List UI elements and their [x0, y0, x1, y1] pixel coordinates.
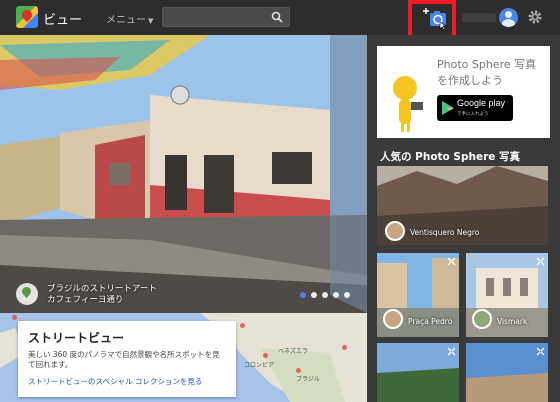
photo-sphere-tile[interactable]: [377, 343, 459, 402]
search-input[interactable]: [162, 7, 290, 27]
photo-sphere-mascot-icon: [393, 76, 423, 132]
card-description: 美しい 360 度のパノラマで自然景観や名所スポットを見て回れます。: [28, 350, 220, 369]
promo-title: Photo Sphere 写真を作成しよう: [437, 58, 537, 87]
account-name-redacted: [462, 13, 496, 22]
map-label-brazil: ブラジル: [296, 376, 320, 383]
hero-caption-title: ブラジルのストリートアート: [47, 284, 157, 294]
popular-photo-sphere-heading: 人気の Photo Sphere 写真: [380, 151, 521, 163]
photo-sphere-icon: [536, 257, 545, 266]
photo-sphere-tile[interactable]: Praça Pedro: [377, 253, 459, 337]
google-play-label: Google play: [457, 98, 506, 108]
street-view-app: ビュー メニュー ▼ ブラジルのストリートアート カフェフィーヨ通り ベネズエラ…: [0, 0, 560, 402]
map-marker[interactable]: [240, 323, 245, 328]
featured-street-view[interactable]: ブラジルのストリートアート カフェフィーヨ通り: [0, 35, 367, 313]
photo-sphere-tile[interactable]: [466, 343, 548, 402]
hero-caption[interactable]: ブラジルのストリートアート カフェフィーヨ通り: [47, 284, 157, 306]
photo-sphere-promo-card[interactable]: Photo Sphere 写真を作成しよう Google play で手に入れよ…: [377, 46, 550, 138]
map-label-colombia: コロンビア: [244, 362, 275, 369]
map-marker[interactable]: [296, 368, 301, 373]
avatar-icon[interactable]: [499, 8, 518, 27]
tile-author-name[interactable]: Ventisquero Negro: [410, 228, 479, 237]
google-play-subtext: で手に入れよう: [457, 112, 489, 117]
search-icon[interactable]: [271, 11, 283, 23]
world-map[interactable]: ベネズエラ コロンビア ブラジル ストリートビュー 美しい 360 度のパノラマ…: [0, 313, 367, 402]
photo-sphere-tile[interactable]: Ventisquero Negro: [377, 166, 548, 245]
map-marker[interactable]: [342, 345, 347, 350]
app-title[interactable]: ビュー: [43, 9, 82, 28]
maps-logo-icon[interactable]: [16, 6, 38, 28]
map-pin-icon[interactable]: [16, 283, 38, 305]
tile-author-avatar[interactable]: [472, 309, 492, 329]
photo-sphere-tile[interactable]: Vismark: [466, 253, 548, 337]
tile-author-avatar[interactable]: [383, 309, 403, 329]
hero-caption-subtitle: カフェフィーヨ通り: [47, 295, 124, 305]
google-play-icon: [442, 101, 454, 115]
gear-icon[interactable]: [527, 9, 543, 25]
map-label-venezuela: ベネズエラ: [278, 348, 309, 355]
street-view-info-card: ストリートビュー 美しい 360 度のパノラマで自然景観や名所スポットを見て回れ…: [18, 321, 236, 397]
carousel-dot[interactable]: [333, 292, 339, 298]
map-marker[interactable]: [12, 315, 17, 320]
menu-dropdown[interactable]: メニュー ▼: [106, 11, 153, 26]
tile-author-name[interactable]: Vismark: [497, 317, 527, 326]
photo-sphere-icon: [447, 347, 456, 356]
google-play-button[interactable]: Google play で手に入れよう: [437, 95, 513, 121]
tile-author-name[interactable]: Praça Pedro: [408, 317, 452, 326]
map-marker[interactable]: [263, 353, 268, 358]
carousel-dot[interactable]: [300, 292, 306, 298]
carousel-dot[interactable]: [311, 292, 317, 298]
photo-sphere-panel: Photo Sphere 写真を作成しよう Google play で手に入れよ…: [367, 35, 560, 402]
card-title: ストリートビュー: [28, 331, 125, 345]
carousel-dots: [300, 292, 350, 298]
menu-label: メニュー: [106, 15, 146, 26]
carousel-dot[interactable]: [344, 292, 350, 298]
carousel-dot[interactable]: [322, 292, 328, 298]
special-collection-link[interactable]: ストリートビューのスペシャル コレクションを見る: [28, 376, 226, 387]
top-bar: ビュー メニュー ▼: [0, 0, 560, 41]
street-scene-image: [0, 35, 367, 313]
photo-sphere-icon: [536, 347, 545, 356]
photo-sphere-icon: [447, 257, 456, 266]
tile-author-avatar[interactable]: [385, 221, 405, 241]
chevron-down-icon: ▼: [148, 17, 154, 25]
